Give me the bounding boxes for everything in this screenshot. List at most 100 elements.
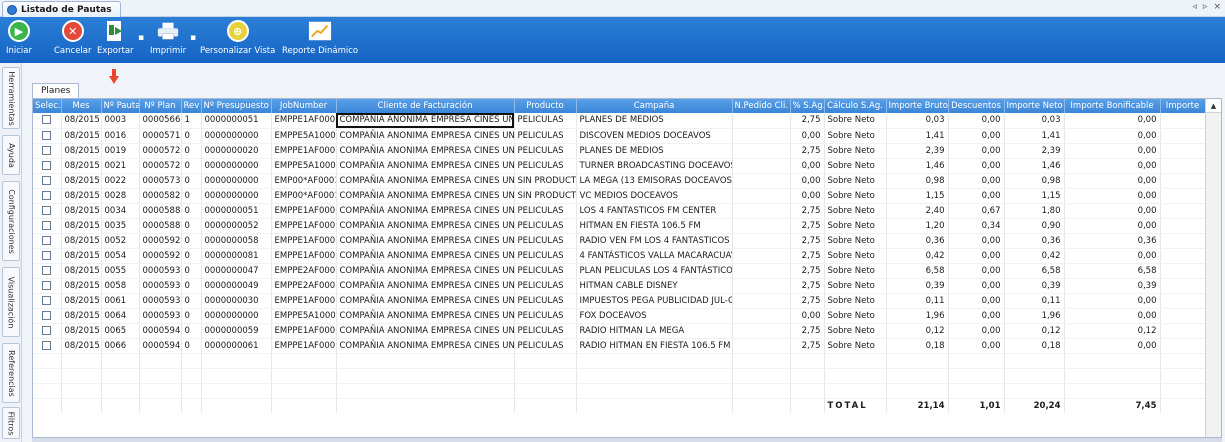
- empty-cell: [271, 368, 337, 384]
- table-row[interactable]: 08/201500650000594000000000059EMPPE1AF00…: [33, 323, 1206, 339]
- table-row[interactable]: 08/201500030000566310000000051EMPPE1AF00…: [33, 113, 1206, 129]
- table-row[interactable]: 08/201500220000573100000000000EMP00*AF00…: [33, 173, 1206, 189]
- column-header[interactable]: Importe: [1160, 99, 1206, 113]
- tab-planes[interactable]: Planes: [32, 83, 80, 98]
- empty-cell: [201, 368, 272, 384]
- table-row[interactable]: 08/201500160000571100000000000EMPPE5A100…: [33, 128, 1206, 144]
- column-header[interactable]: Producto: [514, 99, 577, 113]
- column-header[interactable]: Cliente de Facturación: [336, 99, 515, 113]
- side-tab-visualizacion[interactable]: Visualización: [2, 267, 20, 337]
- column-header[interactable]: Nº Plan: [139, 99, 182, 113]
- select-cell: [33, 143, 62, 159]
- table-cell: 0034: [101, 203, 140, 219]
- table-cell: 0,42: [1004, 248, 1065, 264]
- column-header[interactable]: JobNumber: [271, 99, 337, 113]
- table-cell: [1160, 188, 1206, 204]
- document-tab[interactable]: Listado de Pautas: [2, 1, 121, 17]
- row-checkbox[interactable]: [42, 340, 52, 350]
- table-row[interactable]: 08/201500520000592700000000058EMPPE1AF00…: [33, 233, 1206, 249]
- personalizar-vista-button[interactable]: ⊕ Personalizar Vista: [200, 19, 275, 56]
- column-header[interactable]: Campaña: [576, 99, 733, 113]
- table-cell: 1,96: [886, 308, 949, 324]
- column-header[interactable]: Selec.: [33, 99, 62, 113]
- table-cell: [732, 278, 791, 294]
- reporte-dinamico-button[interactable]: Reporte Dinámico: [282, 19, 358, 56]
- table-cell: 0,00: [948, 188, 1005, 204]
- column-header[interactable]: Rev: [181, 99, 202, 113]
- table-cell: 0061: [101, 293, 140, 309]
- table-row[interactable]: 08/201500340000588400000000051EMPPE1AF00…: [33, 203, 1206, 219]
- total-cell: [101, 398, 140, 413]
- exportar-dropdown-icon[interactable]: ▪: [138, 33, 144, 43]
- row-checkbox[interactable]: [42, 325, 52, 335]
- row-checkbox[interactable]: [42, 115, 52, 125]
- row-checkbox[interactable]: [42, 145, 52, 155]
- vertical-scrollbar[interactable]: ▲: [1205, 99, 1221, 437]
- table-row[interactable]: 08/201500550000593000000000047EMPPE2AF00…: [33, 263, 1206, 279]
- table-cell: 08/2015: [61, 278, 102, 294]
- row-checkbox[interactable]: [42, 190, 52, 200]
- table-cell: 0000000000: [201, 128, 272, 144]
- column-header[interactable]: Nº Presupuesto: [201, 99, 272, 113]
- table-cell: 00005941: [139, 338, 182, 354]
- table-cell: COMPAÑIA ANONIMA EMPRESA CINES UNIDOS: [336, 323, 515, 339]
- row-checkbox[interactable]: [42, 130, 52, 140]
- table-row[interactable]: 08/201500640000593900000000000EMPPE5A100…: [33, 308, 1206, 324]
- table-row[interactable]: 08/201500610000593600000000030EMPPE1AF00…: [33, 293, 1206, 309]
- column-header[interactable]: % S.Ag.: [790, 99, 825, 113]
- table-row[interactable]: 08/201500660000594100000000061EMPPE1AF00…: [33, 338, 1206, 354]
- empty-cell: [886, 383, 949, 399]
- row-checkbox[interactable]: [42, 220, 52, 230]
- table-row[interactable]: 08/201500540000592900000000081EMPPE1AF00…: [33, 248, 1206, 264]
- table-cell: 0: [181, 278, 202, 294]
- row-checkbox[interactable]: [42, 205, 52, 215]
- row-checkbox[interactable]: [42, 310, 52, 320]
- empty-cell: [139, 353, 182, 369]
- table-cell: 00005728: [139, 158, 182, 174]
- empty-cell: [271, 383, 337, 399]
- exportar-button[interactable]: Exportar: [97, 19, 134, 56]
- cancelar-button[interactable]: ✕ Cancelar: [54, 19, 92, 56]
- imprimir-button[interactable]: Imprimir: [150, 19, 186, 56]
- row-checkbox[interactable]: [42, 250, 52, 260]
- column-header[interactable]: Mes: [61, 99, 102, 113]
- iniciar-button[interactable]: ▶ Iniciar: [6, 19, 32, 56]
- column-header[interactable]: Importe Neto: [1004, 99, 1065, 113]
- row-checkbox[interactable]: [42, 175, 52, 185]
- row-checkbox[interactable]: [42, 160, 52, 170]
- scroll-up-icon[interactable]: ▲: [1206, 99, 1221, 113]
- column-header[interactable]: Cálculo S.Ag.: [824, 99, 887, 113]
- column-header[interactable]: N.Pedido Cli.: [732, 99, 791, 113]
- table-cell: EMPPE2AF0001: [271, 278, 337, 294]
- table-row[interactable]: 08/201500190000572600000000020EMPPE1AF00…: [33, 143, 1206, 159]
- table-row[interactable]: 08/201500350000588500000000052EMPPE1AF00…: [33, 218, 1206, 234]
- column-header[interactable]: Descuentos: [948, 99, 1005, 113]
- table-cell: 0,00: [1064, 113, 1161, 129]
- table-cell: 1,46: [1004, 158, 1065, 174]
- side-tab-referencias[interactable]: Referencias: [2, 343, 20, 403]
- row-checkbox[interactable]: [42, 280, 52, 290]
- row-checkbox[interactable]: [42, 265, 52, 275]
- scroll-right-icon[interactable]: ▹: [1203, 2, 1208, 12]
- side-tab-herramientas[interactable]: Herramientas: [2, 67, 20, 129]
- column-header[interactable]: Importe Bruto: [886, 99, 949, 113]
- totals-row: TOTAL 21,14 1,01 20,24 7,45: [33, 398, 1206, 413]
- table-cell: 00005939: [139, 308, 182, 324]
- table-row[interactable]: 08/201500580000593300000000049EMPPE2AF00…: [33, 278, 1206, 294]
- select-cell: [33, 218, 62, 234]
- table-row[interactable]: 08/201500210000572800000000000EMPPE5A100…: [33, 158, 1206, 174]
- side-tab-ayuda[interactable]: Ayuda: [2, 135, 20, 175]
- column-header[interactable]: Nº Pauta: [101, 99, 140, 113]
- close-icon[interactable]: ×: [1213, 2, 1221, 12]
- side-tab-configuraciones[interactable]: Configuraciones: [2, 181, 20, 261]
- side-tab-filtros[interactable]: Filtros: [2, 407, 20, 439]
- table-cell: 00005663: [139, 113, 182, 129]
- imprimir-dropdown-icon[interactable]: ▪: [190, 33, 196, 43]
- scroll-left-icon[interactable]: ◃: [1192, 2, 1197, 12]
- row-checkbox[interactable]: [42, 235, 52, 245]
- row-checkbox[interactable]: [42, 295, 52, 305]
- table-cell: 0,00: [948, 143, 1005, 159]
- table-row[interactable]: 08/201500280000582000000000000EMP00*AF00…: [33, 188, 1206, 204]
- column-header[interactable]: Importe Bonificable: [1064, 99, 1161, 113]
- table-cell: 0,03: [886, 113, 949, 129]
